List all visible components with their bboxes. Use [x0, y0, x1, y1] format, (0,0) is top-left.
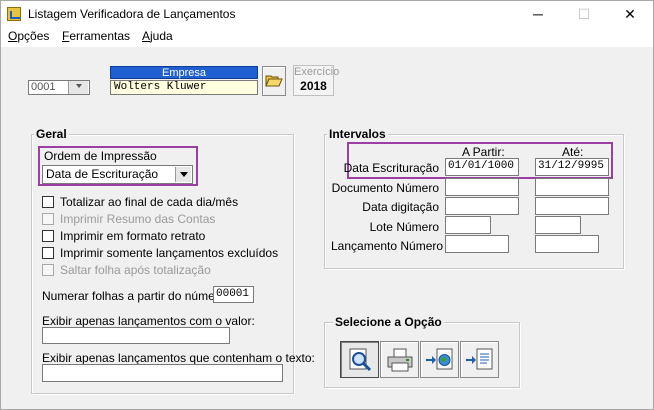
data-escrituracao-to[interactable]: 31/12/9995 — [535, 158, 609, 176]
folder-open-icon — [265, 75, 283, 87]
exercicio-box: Exercício 2018 — [293, 65, 340, 96]
col-to-header: Até: — [562, 145, 584, 159]
menu-opcoes[interactable]: Opções — [8, 29, 49, 43]
lote-numero-to[interactable] — [535, 216, 581, 234]
menu-ajuda[interactable]: Ajuda — [142, 29, 173, 43]
minimize-button[interactable]: ─ — [515, 1, 561, 28]
title-bar: Listagem Verificadora de Lançamentos ─ ☐… — [1, 1, 653, 28]
export-file-button[interactable] — [460, 341, 499, 378]
export-document-icon — [465, 348, 492, 369]
window-title: Listagem Verificadora de Lançamentos — [28, 7, 236, 21]
geral-legend: Geral — [34, 127, 69, 141]
checkbox-saltar-folha — [42, 264, 54, 276]
row-label-lote-numero: Lote Número — [369, 220, 439, 234]
lancamento-numero-to[interactable] — [535, 235, 599, 253]
menu-ferramentas[interactable]: Ferramentas — [62, 29, 130, 43]
empresa-name-field[interactable]: Wolters Kluwer — [110, 80, 258, 95]
preview-button[interactable] — [340, 341, 379, 378]
lote-numero-from[interactable] — [445, 216, 491, 234]
checkbox-resumo-contas — [42, 213, 54, 225]
empresa-panel: Empresa 0001 Wolters Kluwer Exercício 20… — [25, 63, 340, 98]
ordem-select-value: Data de Escrituração — [46, 167, 159, 181]
checkbox-retrato[interactable] — [42, 230, 54, 242]
row-label-lancamento-numero: Lançamento Número — [331, 239, 444, 253]
app-icon — [7, 7, 21, 21]
numerar-input[interactable]: 00001 — [213, 286, 254, 303]
texto-input[interactable] — [42, 364, 283, 382]
texto-label: Exibir apenas lançamentos que contenham … — [42, 351, 315, 365]
checkbox-excluidos[interactable] — [42, 247, 54, 259]
row-label-data-escrituracao: Data Escrituração — [343, 161, 439, 175]
arrow-down-icon — [75, 84, 82, 88]
menu-bar: Opções Ferramentas Ajuda — [1, 28, 653, 47]
data-escrituracao-from[interactable]: 01/01/1000 — [445, 158, 519, 176]
option-buttons — [340, 341, 500, 378]
valor-label: Exibir apenas lançamentos com o valor: — [42, 314, 255, 328]
empresa-label: Empresa — [110, 66, 258, 79]
checkbox-totalizar[interactable] — [42, 196, 54, 208]
ordem-select[interactable]: Data de Escrituração — [42, 165, 193, 184]
data-digitacao-from[interactable] — [445, 197, 519, 215]
empresa-code-field[interactable]: 0001 — [28, 80, 90, 95]
valor-input[interactable] — [42, 327, 230, 344]
numerar-label: Numerar folhas a partir do número — [42, 289, 226, 303]
exercicio-label: Exercício — [294, 66, 340, 78]
exercicio-value: 2018 — [300, 79, 327, 93]
export-globe-icon — [425, 348, 452, 369]
row-label-data-digitacao: Data digitação — [362, 200, 439, 214]
close-button[interactable]: ✕ — [607, 1, 653, 28]
preview-icon — [349, 348, 371, 371]
documento-numero-to[interactable] — [535, 178, 609, 196]
main-window: Listagem Verificadora de Lançamentos ─ ☐… — [0, 0, 654, 410]
empresa-lookup-button[interactable] — [68, 81, 88, 94]
col-from-header: A Partir: — [462, 145, 505, 159]
maximize-button: ☐ — [577, 6, 591, 22]
lancamento-numero-from[interactable] — [445, 235, 509, 253]
printer-icon — [387, 348, 412, 371]
data-digitacao-to[interactable] — [535, 197, 609, 215]
ordem-label: Ordem de Impressão — [44, 149, 157, 163]
print-button[interactable] — [380, 341, 419, 378]
selecione-legend: Selecione a Opção — [333, 315, 444, 329]
documento-numero-from[interactable] — [445, 178, 519, 196]
open-folder-button[interactable] — [262, 66, 286, 96]
intervalos-legend: Intervalos — [327, 127, 388, 141]
export-web-button[interactable] — [420, 341, 459, 378]
row-label-documento-numero: Documento Número — [331, 181, 439, 195]
chevron-down-icon[interactable] — [175, 167, 191, 182]
